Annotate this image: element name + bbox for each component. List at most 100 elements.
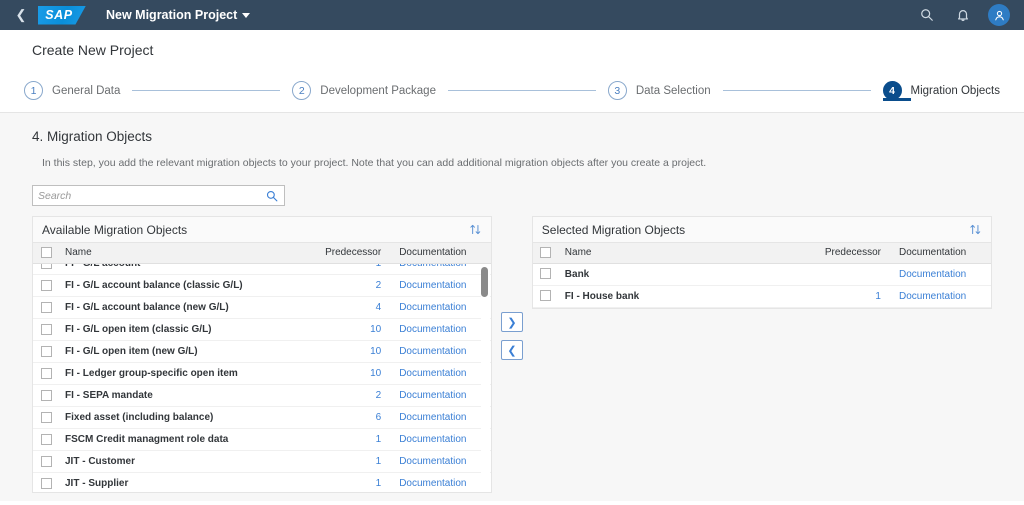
table-row[interactable]: FI - G/L account 1 Documentation xyxy=(33,264,491,275)
search-input[interactable] xyxy=(38,190,264,202)
table-row[interactable]: JIT - Supplier 1 Documentation xyxy=(33,473,491,492)
section-description: In this step, you add the relevant migra… xyxy=(32,144,992,169)
wizard-step-3[interactable]: 3 Data Selection xyxy=(608,81,711,100)
table-row[interactable]: FI - G/L account balance (classic G/L) 2… xyxy=(33,275,491,297)
row-checkbox[interactable] xyxy=(41,434,52,445)
wizard-step-4[interactable]: 4 Migration Objects xyxy=(883,81,1000,100)
table-row[interactable]: FI - G/L open item (classic G/L) 10 Docu… xyxy=(33,319,491,341)
wizard-step-2[interactable]: 2 Development Package xyxy=(292,81,436,100)
table-row[interactable]: FI - Ledger group-specific open item 10 … xyxy=(33,363,491,385)
row-name: FI - House bank xyxy=(559,285,801,307)
row-predecessor[interactable]: 1 xyxy=(376,478,382,489)
row-checkbox[interactable] xyxy=(540,268,551,279)
table-row[interactable]: Fixed asset (including balance) 6 Docume… xyxy=(33,407,491,429)
table-row[interactable]: FSCM Credit managment role data 1 Docume… xyxy=(33,429,491,451)
row-documentation-link[interactable]: Documentation xyxy=(399,434,466,445)
row-documentation-link[interactable]: Documentation xyxy=(399,478,466,489)
row-documentation-link[interactable]: Documentation xyxy=(399,264,466,269)
row-documentation-link[interactable]: Documentation xyxy=(399,456,466,467)
table-row[interactable]: FI - G/L open item (new G/L) 10 Document… xyxy=(33,341,491,363)
search-field[interactable] xyxy=(32,185,285,206)
predecessor-column-header[interactable]: Predecessor xyxy=(801,243,893,263)
project-title-menu[interactable]: New Migration Project xyxy=(106,8,250,22)
table-row[interactable]: Bank Documentation xyxy=(533,263,991,285)
content-area: 4. Migration Objects In this step, you a… xyxy=(0,113,1024,501)
remove-from-selected-button[interactable]: ❮ xyxy=(501,340,523,360)
sort-ascending-descending-icon[interactable] xyxy=(969,223,982,236)
select-all-checkbox[interactable] xyxy=(41,247,52,258)
name-column-header[interactable]: Name xyxy=(59,243,301,263)
row-name: JIT - Customer xyxy=(59,451,301,473)
documentation-column-header[interactable]: Documentation xyxy=(393,243,491,263)
row-documentation-link[interactable]: Documentation xyxy=(399,280,466,291)
select-all-header xyxy=(33,243,59,263)
table-row[interactable]: JIT - Customer 1 Documentation xyxy=(33,451,491,473)
scrollbar-thumb[interactable] xyxy=(481,267,488,297)
table-row[interactable]: FI - House bank 1 Documentation xyxy=(533,285,991,307)
row-predecessor[interactable]: 1 xyxy=(376,434,382,445)
row-predecessor[interactable]: 10 xyxy=(370,346,381,357)
sort-ascending-descending-icon[interactable] xyxy=(469,223,482,236)
row-documentation-link[interactable]: Documentation xyxy=(399,368,466,379)
row-documentation-link[interactable]: Documentation xyxy=(899,291,966,302)
row-predecessor[interactable]: 10 xyxy=(370,368,381,379)
row-documentation-link[interactable]: Documentation xyxy=(399,390,466,401)
row-checkbox[interactable] xyxy=(41,280,52,291)
row-documentation-link[interactable]: Documentation xyxy=(399,346,466,357)
shell-bar: ❮ SAP New Migration Project xyxy=(0,0,1024,30)
documentation-column-header[interactable]: Documentation xyxy=(893,243,991,263)
wizard-step-3-label: Data Selection xyxy=(636,85,711,97)
wizard-step-2-label: Development Package xyxy=(320,85,436,97)
row-documentation-link[interactable]: Documentation xyxy=(399,412,466,423)
row-name: FI - G/L account balance (new G/L) xyxy=(59,297,301,319)
available-panel-header: Available Migration Objects xyxy=(33,217,491,243)
row-checkbox[interactable] xyxy=(41,368,52,379)
row-name: FI - G/L account xyxy=(59,264,301,275)
row-predecessor[interactable]: 1 xyxy=(376,264,382,269)
row-checkbox[interactable] xyxy=(540,290,551,301)
notification-bell-icon[interactable] xyxy=(952,4,974,26)
search-icon[interactable] xyxy=(916,4,938,26)
back-icon[interactable]: ❮ xyxy=(10,4,32,26)
wizard-active-indicator xyxy=(883,98,911,101)
table-row[interactable]: FI - G/L account balance (new G/L) 4 Doc… xyxy=(33,297,491,319)
row-checkbox[interactable] xyxy=(41,324,52,335)
page-title: Create New Project xyxy=(32,42,1024,58)
sap-logo-text: SAP xyxy=(45,8,73,22)
row-documentation-link[interactable]: Documentation xyxy=(399,302,466,313)
add-to-selected-button[interactable]: ❯ xyxy=(501,312,523,332)
row-checkbox[interactable] xyxy=(41,302,52,313)
select-all-checkbox[interactable] xyxy=(540,247,551,258)
row-predecessor[interactable]: 10 xyxy=(370,324,381,335)
row-predecessor[interactable]: 1 xyxy=(376,456,382,467)
available-objects-scroll-area[interactable]: FI - G/L account 1 Documentation FI - G/… xyxy=(33,264,491,492)
section-title: 4. Migration Objects xyxy=(32,113,992,144)
name-column-header[interactable]: Name xyxy=(559,243,801,263)
sap-logo: SAP xyxy=(38,6,86,25)
vertical-scrollbar[interactable] xyxy=(481,264,490,492)
row-checkbox[interactable] xyxy=(41,412,52,423)
row-predecessor[interactable]: 2 xyxy=(376,390,382,401)
row-name: Fixed asset (including balance) xyxy=(59,407,301,429)
available-panel-title: Available Migration Objects xyxy=(42,223,187,237)
predecessor-column-header[interactable]: Predecessor xyxy=(301,243,393,263)
transfer-buttons: ❯ ❮ xyxy=(492,216,532,360)
row-checkbox[interactable] xyxy=(41,390,52,401)
user-avatar-icon[interactable] xyxy=(988,4,1010,26)
row-documentation-link[interactable]: Documentation xyxy=(399,324,466,335)
available-objects-table: Name Predecessor Documentation xyxy=(33,243,491,264)
row-checkbox[interactable] xyxy=(41,264,52,269)
row-checkbox[interactable] xyxy=(41,478,52,489)
shell-actions xyxy=(916,4,1014,26)
row-checkbox[interactable] xyxy=(41,456,52,467)
table-row[interactable]: FI - SEPA mandate 2 Documentation xyxy=(33,385,491,407)
row-predecessor[interactable]: 2 xyxy=(376,280,382,291)
row-name: FI - Ledger group-specific open item xyxy=(59,363,301,385)
row-predecessor[interactable]: 6 xyxy=(376,412,382,423)
wizard-step-1[interactable]: 1 General Data xyxy=(24,81,120,100)
search-icon[interactable] xyxy=(264,188,279,203)
row-documentation-link[interactable]: Documentation xyxy=(899,269,966,280)
row-predecessor[interactable]: 4 xyxy=(376,302,382,313)
row-predecessor[interactable]: 1 xyxy=(875,291,881,302)
row-checkbox[interactable] xyxy=(41,346,52,357)
